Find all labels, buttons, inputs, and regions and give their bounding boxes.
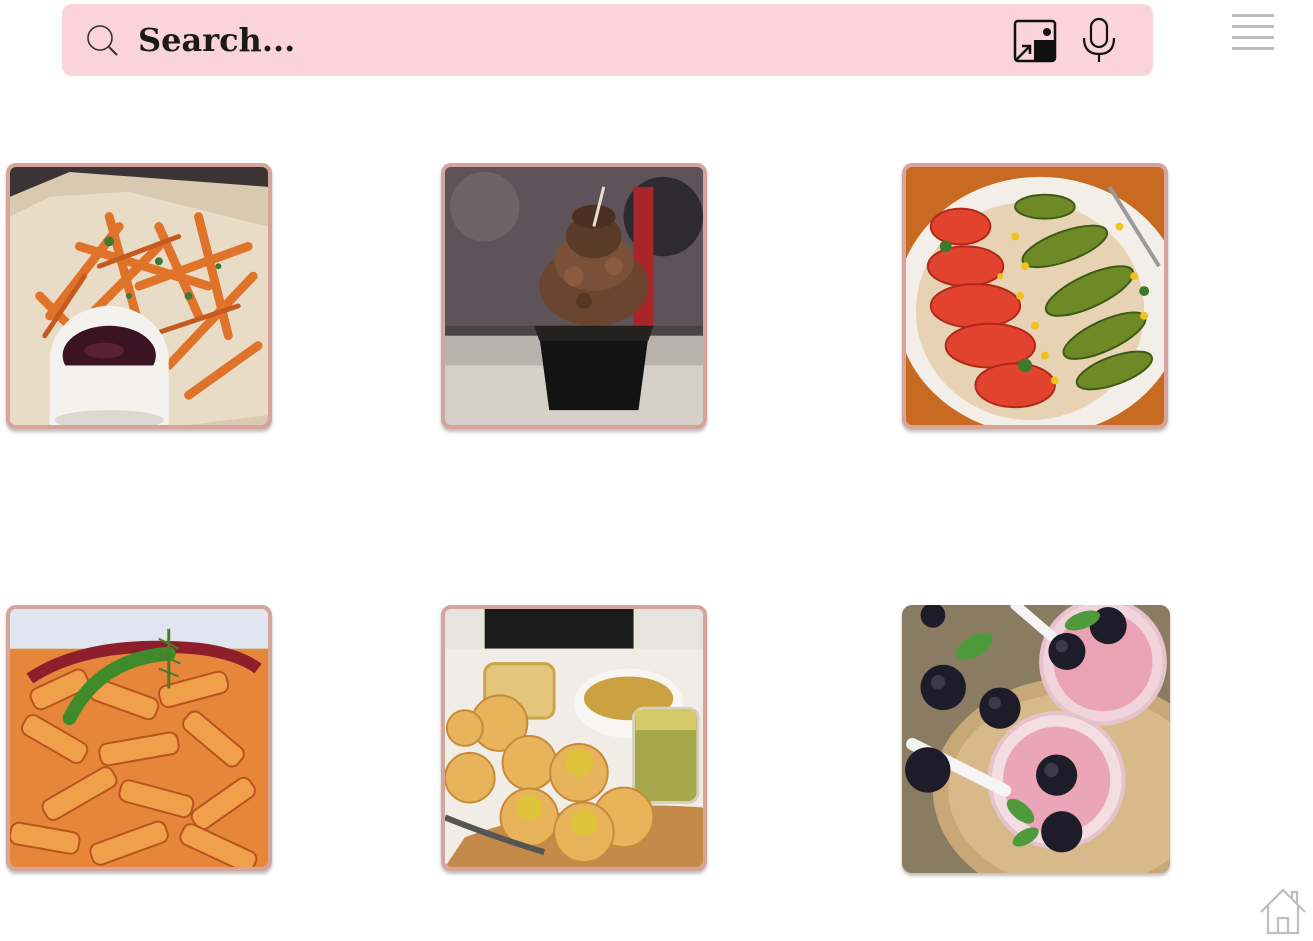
food-tile-dessert[interactable] [441,163,707,429]
microphone-icon[interactable] [1080,16,1118,64]
food-tile-fries[interactable] [6,163,272,429]
chocolate-dessert-image [445,167,703,425]
penne-pasta-image [10,609,268,867]
search-icon[interactable] [84,22,122,60]
food-tile-salad[interactable] [902,163,1168,429]
search-input[interactable] [138,14,998,66]
tomato-avocado-salad-image [906,167,1164,425]
food-tile-smoothie[interactable] [902,605,1170,873]
blackberry-smoothie-image [902,605,1170,873]
image-search-icon[interactable] [1012,18,1058,64]
pani-puri-image [445,609,703,867]
home-icon[interactable] [1258,886,1308,936]
fries-image [10,167,268,425]
food-tile-pasta[interactable] [6,605,272,871]
search-bar [62,4,1153,76]
food-tile-pani-puri[interactable] [441,605,707,871]
hamburger-menu-icon[interactable] [1230,12,1276,52]
